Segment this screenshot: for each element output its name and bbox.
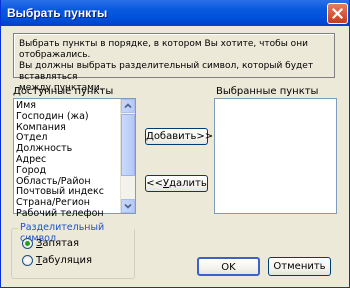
instructions-line-1: Выбрать пункты в порядке, в котором Вы х… <box>19 39 308 60</box>
selected-items-list[interactable] <box>214 98 337 214</box>
arrow-up-icon <box>124 103 132 109</box>
scroll-up-button[interactable] <box>121 99 135 113</box>
radio-tab[interactable] <box>22 255 33 266</box>
close-icon <box>332 8 343 19</box>
available-items: Имя Господин (жа) Компания Отдел Должность Ад… <box>16 100 126 220</box>
instructions-box: Выбрать пункты в порядке, в котором Вы х… <box>13 33 335 93</box>
radio-selected-dot <box>25 241 30 246</box>
radio-comma-label[interactable]: Запятая <box>36 238 79 249</box>
selected-items-label: Выбранные пункты <box>216 86 319 97</box>
ok-button[interactable]: OK <box>197 257 260 276</box>
available-items-label: Доступные пункты <box>13 86 114 97</box>
close-button[interactable] <box>327 3 348 24</box>
cancel-button[interactable]: Отменить <box>268 257 331 276</box>
list-item[interactable]: Господин (жа) <box>16 111 126 123</box>
separator-groupbox: Разделительный символ <box>11 222 135 279</box>
remove-button[interactable]: <<Удалить <box>145 175 208 192</box>
window-title: Выбрать пункты <box>7 6 108 20</box>
available-list-scrollbar[interactable] <box>120 99 135 213</box>
radio-tab-label[interactable]: Табуляция <box>36 255 92 266</box>
scroll-thumb[interactable] <box>121 114 135 176</box>
instructions-line-2: Вы должны выбрать разделительный символ,… <box>19 61 314 82</box>
list-item[interactable]: Рабочий телефон <box>16 208 126 220</box>
scroll-down-button[interactable] <box>121 199 135 213</box>
dialog-window: Выбрать пункты Выбрать пункты в порядке,… <box>0 0 350 288</box>
radio-comma[interactable] <box>22 238 33 249</box>
arrow-down-icon <box>124 203 132 209</box>
available-items-list[interactable]: Имя Господин (жа) Компания Отдел Должность Ад… <box>13 98 136 219</box>
title-bar[interactable]: Выбрать пункты <box>1 0 349 26</box>
add-button[interactable]: Добавить>> <box>145 128 213 145</box>
list-item[interactable]: Город <box>16 165 126 177</box>
